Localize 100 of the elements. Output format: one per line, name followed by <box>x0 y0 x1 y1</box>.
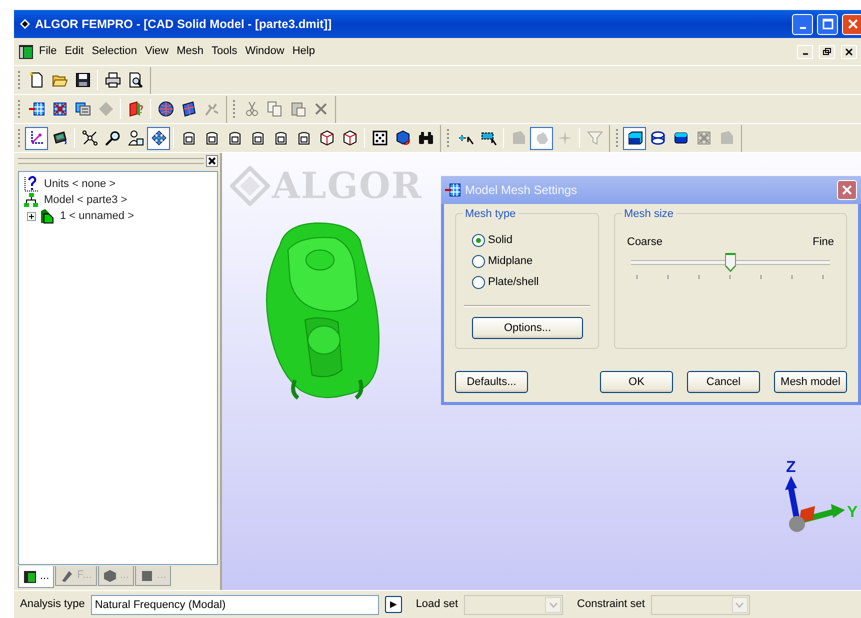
menu-item[interactable]: Help <box>289 42 318 61</box>
minimize-button[interactable] <box>797 44 813 58</box>
options-button[interactable]: Options... <box>472 317 583 339</box>
mesh-icon <box>28 101 44 117</box>
rounded-box-icon <box>672 130 688 146</box>
field-label: Analysis type <box>20 597 85 612</box>
pick-rectangle-icon <box>480 130 496 146</box>
box-icon <box>272 130 288 146</box>
window-title: ALGOR FEMPRO - [CAD Solid Model - [parte3.dmit]] <box>35 16 332 33</box>
units-icon <box>23 176 39 192</box>
menu-item[interactable]: Mesh <box>174 42 207 61</box>
paste-icon <box>290 101 306 117</box>
axis-label: Z <box>786 459 796 476</box>
field-label: Constraint set <box>577 597 645 612</box>
box-icon <box>180 130 196 146</box>
dice-icon <box>372 130 388 146</box>
radio-button[interactable]: Solid <box>472 230 590 251</box>
close-icon <box>846 17 860 31</box>
zoom-icon <box>104 130 120 146</box>
minimize-icon <box>802 53 808 55</box>
card-icon <box>52 130 68 146</box>
cube-icon <box>318 130 334 146</box>
diamond-logo-icon <box>230 166 270 206</box>
close-button[interactable] <box>206 155 218 167</box>
hexagon-icon <box>102 568 117 582</box>
maximize-icon <box>820 17 834 31</box>
grid-icon <box>52 101 68 117</box>
person-icon <box>128 130 144 146</box>
app-icon <box>18 44 34 60</box>
cube-icon <box>342 130 358 146</box>
toolbar-button[interactable] <box>25 126 48 150</box>
dialog-title: Model Mesh Settings <box>465 182 578 199</box>
node-icon <box>82 130 98 146</box>
menu-item[interactable]: Window <box>242 42 288 61</box>
radio-button[interactable]: Plate/shell <box>472 272 590 293</box>
scissors-icon <box>244 101 260 117</box>
box-icon <box>250 130 266 146</box>
close-icon <box>208 157 216 165</box>
rotate-icon <box>394 130 410 146</box>
panel-icon <box>180 101 196 117</box>
copy-icon <box>266 101 282 117</box>
menu-item[interactable]: Edit <box>62 42 87 61</box>
stack-icon <box>74 101 90 117</box>
expand-button[interactable] <box>27 212 36 220</box>
slider-thumb[interactable] <box>725 252 736 272</box>
restore-icon <box>822 46 832 56</box>
tree-item[interactable]: Units < none > <box>42 176 118 192</box>
radio-button[interactable]: Midplane <box>472 251 590 272</box>
tree-item[interactable]: Model < parte3 > <box>42 192 130 208</box>
printer-icon <box>104 72 120 88</box>
box-icon <box>204 130 220 146</box>
arrow-button[interactable]: ▶ <box>384 596 402 613</box>
minimize-button[interactable] <box>792 14 813 34</box>
ring-icon <box>650 130 666 146</box>
table-icon <box>23 570 37 584</box>
square-icon <box>140 568 154 582</box>
menu-item[interactable]: Tools <box>208 42 240 61</box>
dialog-button[interactable]: Defaults... <box>455 371 528 393</box>
dialog-button[interactable]: OK <box>600 371 673 393</box>
toolbar-button[interactable] <box>147 126 170 150</box>
pencil-icon <box>60 568 74 582</box>
preview-icon <box>128 72 144 88</box>
delete-icon <box>312 101 328 117</box>
close-icon <box>844 46 854 56</box>
move-icon <box>150 130 166 146</box>
book-icon <box>128 101 144 117</box>
slider-label: Fine <box>812 235 834 250</box>
binoculars-icon <box>418 130 434 146</box>
axis-label: Y <box>847 504 858 521</box>
mesh-icon <box>445 182 461 198</box>
dialog-button[interactable]: Mesh model <box>774 371 847 393</box>
hierarchy-icon <box>23 192 39 208</box>
panel-tab[interactable]: ... <box>18 566 54 588</box>
shaded-box-icon <box>626 130 642 146</box>
funnel-icon <box>586 130 602 146</box>
plus-icon <box>28 212 35 220</box>
toolbar-button[interactable] <box>623 126 646 150</box>
page-icon <box>28 72 44 88</box>
tree-item[interactable]: 1 < unnamed > <box>58 208 136 224</box>
star-icon <box>556 130 572 146</box>
dialog-button[interactable]: Cancel <box>687 371 760 393</box>
close-icon <box>841 184 853 196</box>
diamond-icon <box>20 19 30 29</box>
group-label: Mesh type <box>463 206 518 222</box>
analysis-type-field[interactable]: Natural Frequency (Modal) <box>90 594 379 614</box>
box-icon <box>226 130 242 146</box>
maximize-button[interactable] <box>817 14 838 34</box>
field-label: Load set <box>416 597 458 612</box>
grid-icon <box>696 130 712 146</box>
restore-button[interactable] <box>819 44 835 58</box>
box-icon <box>296 130 312 146</box>
caret-icon <box>735 602 744 608</box>
axis-triad-drawing <box>785 476 845 532</box>
axes-icon <box>28 130 44 146</box>
sphere-icon <box>158 101 174 117</box>
menu-item[interactable]: View <box>142 42 172 61</box>
part-icon <box>39 208 55 224</box>
caret-icon <box>548 602 558 608</box>
menu-item[interactable]: File <box>36 42 60 61</box>
menu-item[interactable]: Selection <box>88 42 140 61</box>
